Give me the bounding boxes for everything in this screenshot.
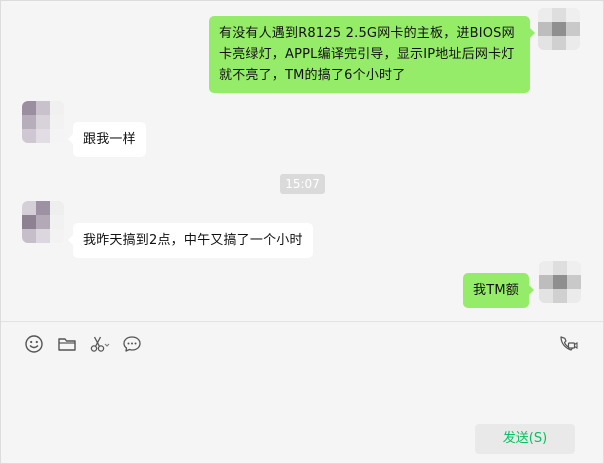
- folder-icon[interactable]: [57, 334, 77, 354]
- avatar-self[interactable]: [538, 8, 580, 50]
- avatar-contact[interactable]: [22, 101, 64, 143]
- emoji-icon[interactable]: [24, 334, 44, 354]
- message-text: 有没有人遇到R8125 2.5G网卡的主板，进BIOS网卡亮绿灯，APPL编译完…: [219, 26, 515, 83]
- message-bubble-outgoing[interactable]: 我TM额: [463, 273, 534, 308]
- message-input[interactable]: [1, 363, 604, 427]
- message-bubble-incoming[interactable]: 我昨天搞到2点，中午又搞了一个小时: [68, 223, 313, 258]
- avatar-contact[interactable]: [22, 201, 64, 243]
- message-list[interactable]: 有没有人遇到R8125 2.5G网卡的主板，进BIOS网卡亮绿灯，APPL编译完…: [1, 1, 603, 321]
- video-call-icon[interactable]: [558, 334, 578, 354]
- message-bubble-outgoing[interactable]: 有没有人遇到R8125 2.5G网卡的主板，进BIOS网卡亮绿灯，APPL编译完…: [209, 16, 535, 93]
- timestamp: 15:07: [280, 174, 325, 194]
- send-button[interactable]: 发送(S): [475, 424, 575, 454]
- chat-window: 有没有人遇到R8125 2.5G网卡的主板，进BIOS网卡亮绿灯，APPL编译完…: [0, 0, 604, 464]
- message-text: 我TM额: [473, 283, 519, 298]
- composer-divider: [1, 321, 603, 322]
- scissors-icon[interactable]: [89, 334, 111, 354]
- message-text: 跟我一样: [83, 132, 136, 147]
- avatar-self[interactable]: [539, 261, 581, 303]
- message-bubble-incoming[interactable]: 跟我一样: [68, 122, 146, 157]
- message-text: 我昨天搞到2点，中午又搞了一个小时: [83, 233, 303, 248]
- chat-bubble-icon[interactable]: [122, 334, 142, 354]
